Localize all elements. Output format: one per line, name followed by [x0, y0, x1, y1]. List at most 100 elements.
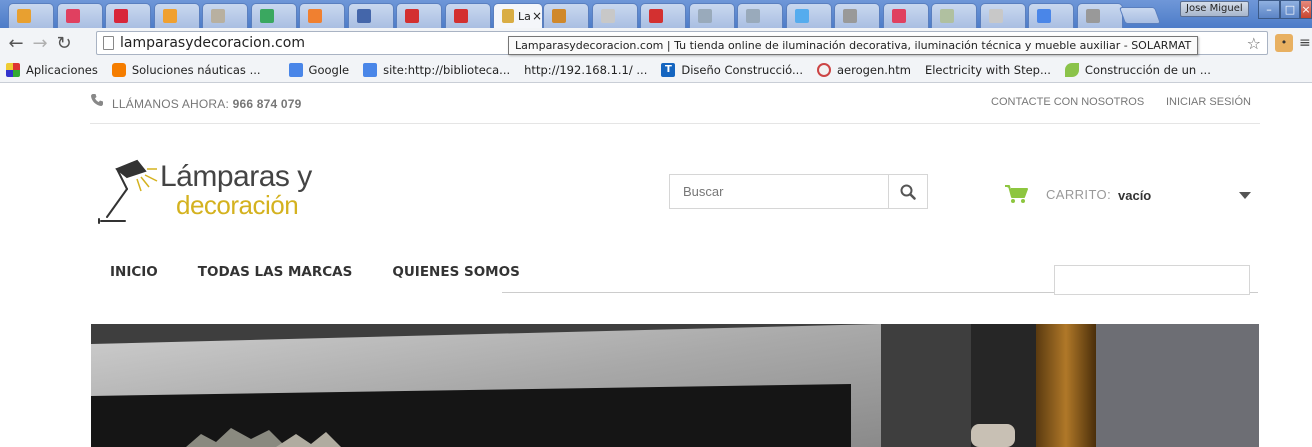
- tab-favicon-icon: [940, 9, 954, 23]
- forward-button[interactable]: →: [28, 33, 52, 54]
- tdoc-icon: T: [661, 63, 676, 77]
- cart-dropdown-icon[interactable]: [1239, 192, 1251, 199]
- back-button[interactable]: ←: [4, 33, 28, 54]
- bookmark-item[interactable]: site:http://biblioteca...: [363, 63, 510, 77]
- tab-favicon-icon: [649, 9, 663, 23]
- cart-label[interactable]: CARRITO:: [1046, 187, 1111, 202]
- google-icon: [363, 63, 378, 77]
- profile-button[interactable]: Jose Miguel: [1180, 1, 1249, 17]
- browser-tab[interactable]: [250, 3, 297, 28]
- cart-status[interactable]: vacío: [1118, 188, 1151, 203]
- maximize-button[interactable]: □: [1280, 0, 1300, 19]
- browser-tab[interactable]: [1028, 3, 1074, 28]
- close-window-button[interactable]: ×: [1300, 0, 1312, 19]
- menu-item-quienes-somos[interactable]: QUIENES SOMOS: [372, 258, 539, 286]
- browser-tab[interactable]: [202, 3, 248, 28]
- new-tab-button[interactable]: [1118, 7, 1162, 24]
- tab-favicon-icon: [65, 9, 80, 23]
- reload-button[interactable]: ↻: [52, 33, 76, 54]
- browser-tab[interactable]: [688, 3, 735, 28]
- tab-favicon-icon: [259, 9, 274, 23]
- contact-link[interactable]: CONTACTE CON NOSOTROS: [991, 96, 1144, 108]
- leaf-icon: [1064, 63, 1079, 77]
- phone-icon: [91, 94, 103, 106]
- bookmark-label: Google: [308, 63, 350, 77]
- browser-tab[interactable]: [444, 3, 491, 28]
- apps-icon: [6, 63, 20, 77]
- signin-link[interactable]: INICIAR SESIÓN: [1166, 96, 1251, 108]
- page-icon: [103, 36, 114, 50]
- bookmark-item[interactable]: Soluciones náuticas ...: [111, 63, 261, 77]
- tab-strip: La ×: [0, 0, 1312, 28]
- tab-favicon-icon: [746, 9, 760, 23]
- tab-favicon-icon: [794, 9, 809, 23]
- browser-tab[interactable]: [785, 3, 832, 28]
- lamp-logo-icon: [98, 159, 158, 224]
- menu-search-box[interactable]: [1054, 265, 1250, 295]
- menu-item-inicio[interactable]: INICIO: [90, 258, 178, 286]
- browser-tab[interactable]: [640, 3, 686, 28]
- tab-favicon-icon: [697, 9, 712, 23]
- browser-tab[interactable]: [8, 3, 54, 28]
- logo-text-secondary[interactable]: decoración: [176, 190, 299, 221]
- search-icon: [900, 184, 916, 200]
- browser-tab[interactable]: [396, 3, 442, 28]
- browser-tab[interactable]: [105, 3, 151, 28]
- tab-favicon-icon: [1037, 9, 1051, 23]
- tab-close-icon[interactable]: ×: [532, 9, 542, 23]
- bookmark-item[interactable]: Aplicaciones: [6, 63, 98, 77]
- search-button[interactable]: [888, 175, 927, 208]
- browser-tab[interactable]: [56, 3, 103, 28]
- tab-favicon-icon: [211, 9, 225, 23]
- extension-icon[interactable]: •: [1275, 34, 1293, 52]
- blogger-icon: [111, 63, 126, 77]
- site-search: [669, 174, 928, 209]
- bookmark-label: Aplicaciones: [26, 63, 98, 77]
- browser-tab[interactable]: [979, 3, 1026, 28]
- tab-favicon-icon: [988, 9, 1003, 23]
- bookmark-item[interactable]: Construcción de un ...: [1064, 63, 1211, 77]
- browser-tab[interactable]: [347, 3, 394, 28]
- minimize-button[interactable]: –: [1258, 0, 1280, 19]
- tab-favicon-icon: [308, 9, 322, 23]
- menu-item-marcas[interactable]: TODAS LAS MARCAS: [178, 258, 373, 286]
- site-topbar: LLÁMANOS AHORA: 966 874 079 CONTACTE CON…: [90, 84, 1260, 124]
- browser-tab[interactable]: [543, 3, 589, 28]
- tab-favicon-icon: [17, 9, 31, 23]
- bookmark-item[interactable]: Google: [288, 63, 350, 77]
- bookmark-label: Diseño Construcció...: [681, 63, 803, 77]
- tab-favicon-icon: [502, 9, 514, 23]
- browser-tab[interactable]: [931, 3, 977, 28]
- tab-favicon-icon: [600, 9, 615, 23]
- bookmark-label: aerogen.htm: [836, 63, 911, 77]
- bookmark-star-icon[interactable]: ☆: [1247, 34, 1261, 53]
- google-icon: [288, 63, 303, 77]
- hero-banner[interactable]: [91, 324, 1259, 447]
- call-now-text: LLÁMANOS AHORA: 966 874 079: [112, 97, 302, 111]
- bookmark-item[interactable]: Electricity with Step...: [0, 63, 1051, 156]
- url-text[interactable]: lamparasydecoracion.com: [120, 35, 305, 51]
- cart-icon[interactable]: [1004, 184, 1028, 204]
- logo-text-primary[interactable]: Lámparas y: [160, 160, 312, 194]
- browser-tab[interactable]: [153, 3, 200, 28]
- browser-tab[interactable]: [737, 3, 783, 28]
- web-page: LLÁMANOS AHORA: 966 874 079 CONTACTE CON…: [0, 84, 1312, 447]
- bookmark-item[interactable]: T Diseño Construcció...: [661, 63, 803, 77]
- tab-favicon-icon: [405, 9, 419, 23]
- bookmark-item[interactable]: aerogen.htm: [816, 63, 911, 77]
- main-menu: INICIO TODAS LAS MARCAS QUIENES SOMOS: [90, 258, 540, 286]
- browser-tab[interactable]: [882, 3, 929, 28]
- browser-tab[interactable]: [591, 3, 638, 28]
- browser-tab[interactable]: [299, 3, 345, 28]
- chrome-menu-icon[interactable]: ≡: [1299, 35, 1311, 51]
- browser-tab[interactable]: [1076, 3, 1123, 28]
- bookmark-label: Soluciones náuticas ...: [131, 63, 261, 77]
- browser-tab[interactable]: [834, 3, 880, 28]
- search-input[interactable]: [670, 175, 889, 208]
- tab-active[interactable]: La ×: [493, 3, 543, 28]
- tab-favicon-icon: [843, 9, 857, 23]
- bookmark-item[interactable]: http://192.168.1.1/ ...: [0, 63, 647, 156]
- tab-title: La: [517, 9, 530, 23]
- bookmark-label: site:http://biblioteca...: [383, 63, 511, 77]
- phone-number: 966 874 079: [232, 97, 302, 111]
